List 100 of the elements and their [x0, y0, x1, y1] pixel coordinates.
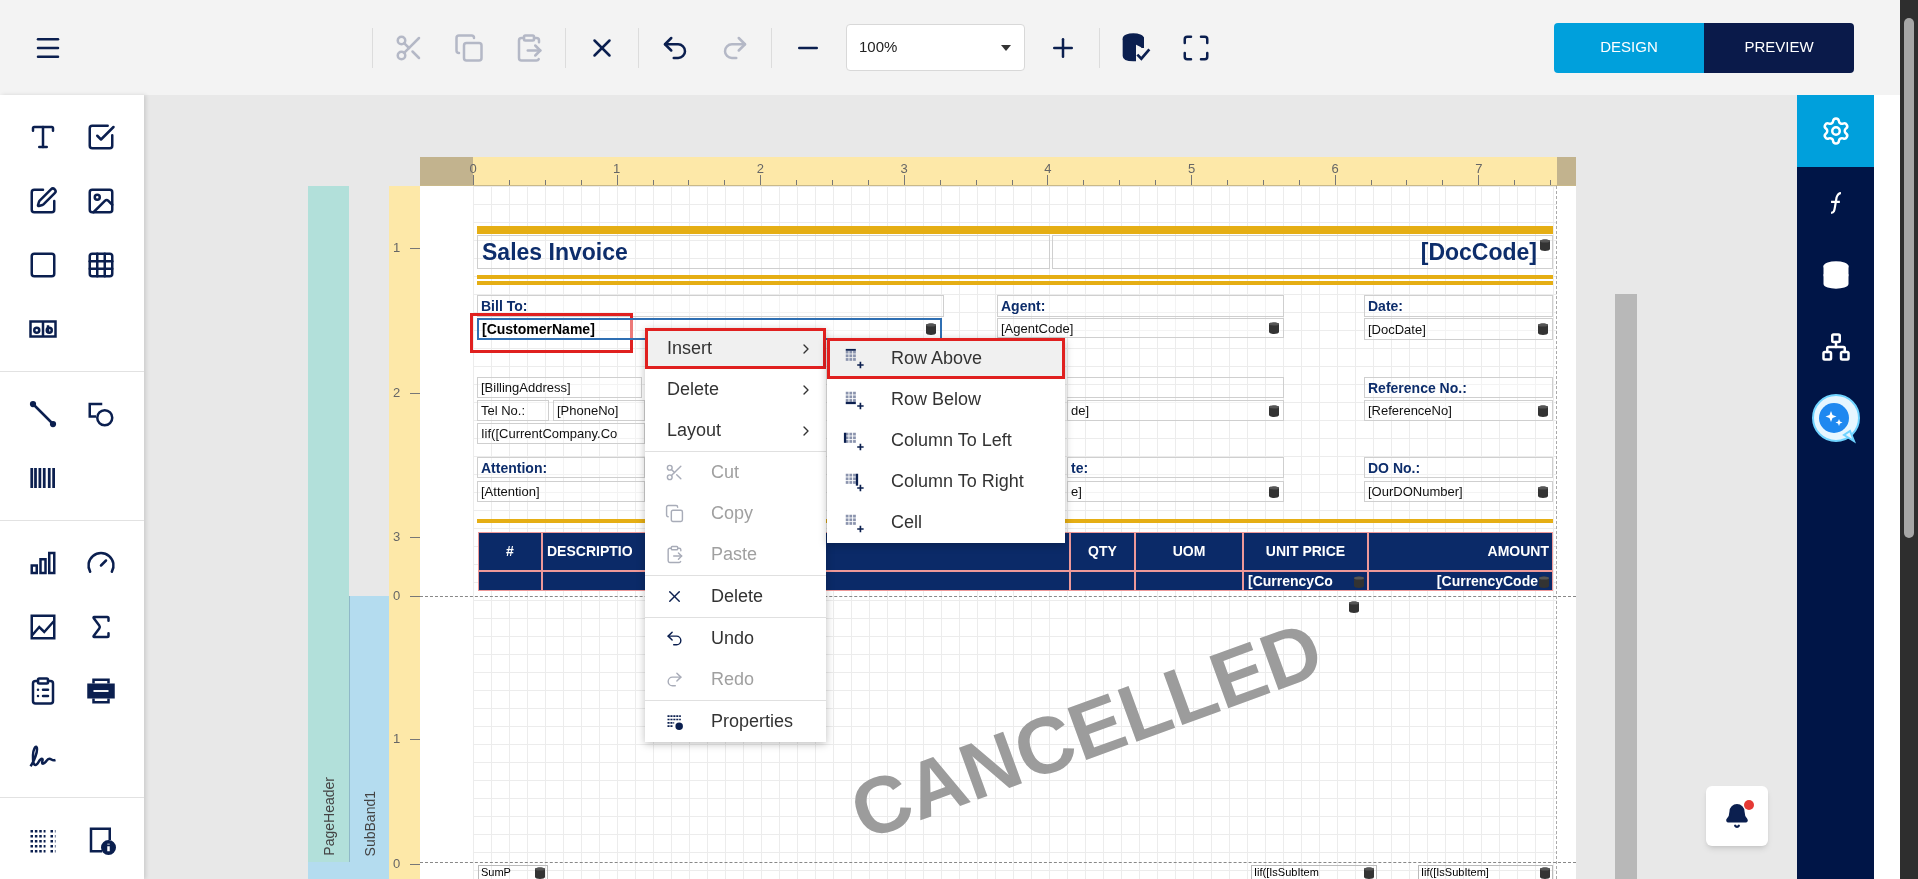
copy-icon — [665, 504, 684, 523]
field-frame[interactable]: de] — [1067, 400, 1284, 421]
band-label: SubBand1 — [361, 790, 379, 856]
table-cell — [478, 571, 542, 591]
database-icon — [1539, 238, 1551, 252]
table-tool-icon[interactable] — [86, 250, 116, 280]
doc-code: [DocCode] — [1420, 237, 1537, 267]
rectangle-tool-icon[interactable] — [28, 250, 58, 280]
ruler-label: 0 — [469, 160, 477, 178]
field-frame[interactable]: Agent: — [997, 295, 1284, 317]
field-frame[interactable]: Bill To: — [477, 295, 944, 317]
ruler-label: 1 — [393, 239, 401, 258]
ruler-label: 3 — [900, 160, 908, 178]
mode-tab[interactable]: PREVIEW — [1704, 22, 1854, 73]
field-value: [PhoneNo] — [557, 404, 619, 417]
menu-item[interactable]: Row Below — [827, 379, 1065, 420]
ruler-label: 7 — [1475, 160, 1483, 178]
field-frame[interactable]: [DocDate] — [1364, 318, 1553, 340]
checkbox-tool-icon[interactable] — [86, 122, 116, 152]
field-frame[interactable]: e] — [1067, 481, 1284, 502]
line-chart-tool-icon[interactable] — [28, 612, 58, 642]
database-icon — [1353, 575, 1365, 589]
undo-icon — [665, 629, 684, 648]
ruler-label: 5 — [1187, 160, 1196, 178]
function-icon — [1828, 192, 1843, 214]
ruler-label: 2 — [393, 384, 401, 403]
menu-item[interactable]: Undo — [645, 618, 826, 659]
field-value: Iif([IsSubItem] — [1421, 867, 1489, 878]
field-label: Attention: — [481, 460, 548, 475]
database-icon — [1539, 866, 1551, 879]
field-frame[interactable]: [ReferenceNo] — [1364, 400, 1553, 421]
hierarchy-icon — [1820, 332, 1851, 362]
field-frame[interactable]: te: — [1067, 457, 1284, 478]
ruler-label: 0 — [393, 855, 401, 874]
image-tool-icon[interactable] — [86, 186, 116, 216]
menu-item[interactable]: Column To Right — [827, 461, 1065, 502]
menu-item[interactable]: Delete — [645, 369, 826, 410]
ruler-label: 1 — [393, 730, 401, 749]
database-icon — [534, 866, 546, 879]
field-frame[interactable]: Date: — [1364, 295, 1553, 317]
menu-item[interactable]: Properties — [645, 701, 826, 742]
paste-icon — [665, 545, 684, 564]
field-value: [OurDONumber] — [1368, 485, 1463, 498]
dropdown-caret-icon — [1000, 43, 1012, 52]
field-frame[interactable]: Reference No.: — [1364, 377, 1553, 398]
field-frame[interactable]: Tel No.: — [477, 400, 549, 421]
line-tool-icon[interactable] — [28, 399, 58, 429]
field-frame[interactable]: DO No.: — [1364, 457, 1553, 478]
field-value: [ReferenceNo] — [1368, 404, 1452, 417]
database-icon — [1363, 866, 1375, 879]
settings-icon — [1820, 116, 1851, 146]
field-frame[interactable]: [AgentCode] — [997, 318, 1284, 338]
field-label: Agent: — [1001, 299, 1046, 313]
ruler-label: 0 — [393, 587, 401, 606]
column-header: UOM — [1135, 532, 1243, 571]
field-value: e] — [1071, 485, 1082, 498]
field-frame[interactable]: [PhoneNo] — [553, 400, 645, 421]
field-frame[interactable]: Attention: — [477, 457, 645, 478]
cell-text: [CurrencyCo — [1248, 574, 1333, 588]
field-frame[interactable]: [Attention] — [477, 481, 645, 502]
field-value: de] — [1071, 404, 1090, 417]
database-icon — [1348, 600, 1360, 614]
assistant-icon — [1809, 393, 1862, 445]
field-value: Iif([IsSubItem — [1254, 867, 1319, 878]
field-value: [DocDate] — [1368, 322, 1426, 336]
field-value: [BillingAddress] — [481, 381, 571, 394]
menu-item[interactable]: Layout — [645, 410, 826, 451]
field-value: [CustomerName] — [482, 322, 595, 336]
field-value: [AgentCode] — [1001, 321, 1074, 335]
menu-item[interactable]: Insert — [645, 328, 826, 369]
report-title: Sales Invoice — [482, 237, 628, 267]
menu-item[interactable]: Row Above — [827, 338, 1065, 379]
cut-icon — [665, 463, 684, 482]
ruler-label: 6 — [1331, 160, 1339, 178]
band-label: PageHeader — [320, 777, 338, 856]
field-label: DO No.: — [1368, 460, 1421, 475]
database-check-icon[interactable] — [1120, 31, 1152, 64]
table-cell — [1070, 571, 1135, 591]
menu-item[interactable]: Column To Left — [827, 420, 1065, 461]
zoom-select[interactable]: 100% — [846, 24, 1025, 71]
field-label: Bill To: — [481, 299, 528, 313]
column-header: QTY — [1070, 532, 1135, 571]
field-label: Reference No.: — [1368, 380, 1467, 395]
zoom-value: 100% — [859, 37, 898, 58]
field-label: Date: — [1368, 299, 1403, 313]
bell-icon — [1724, 803, 1750, 829]
field-value: Tel No.: — [481, 404, 526, 417]
database-icon — [1538, 575, 1550, 589]
field-frame[interactable]: Iif([CurrentCompany.Co — [477, 423, 645, 444]
ruler-label: 4 — [1044, 160, 1052, 178]
ruler-label: 2 — [756, 160, 764, 178]
cell-text: [CurrencyCode — [1436, 574, 1538, 588]
field-value: Iif([CurrentCompany.Co — [481, 427, 618, 440]
insert-grid-icon — [843, 347, 865, 370]
field-value: SumP — [481, 867, 511, 878]
field-frame[interactable]: [BillingAddress] — [477, 377, 642, 398]
menu-item[interactable]: Delete — [645, 576, 826, 617]
field-frame[interactable]: [OurDONumber] — [1364, 481, 1553, 502]
edit-tool-icon[interactable] — [28, 186, 58, 216]
notification-button[interactable] — [1706, 786, 1768, 846]
